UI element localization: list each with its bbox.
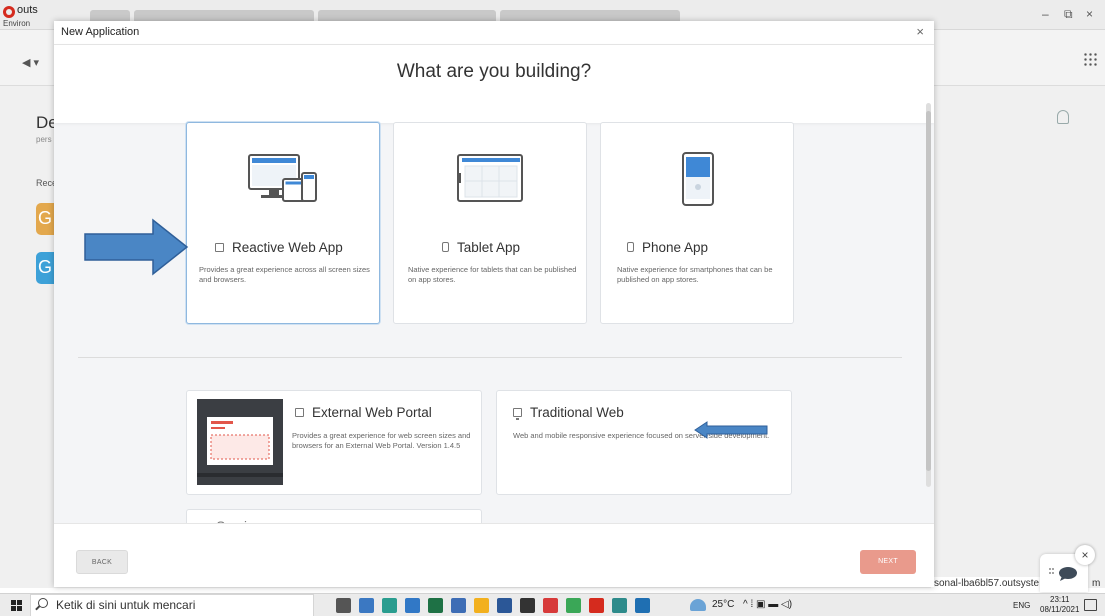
- apps-grid-icon[interactable]: [1083, 52, 1097, 66]
- clock-time: 23:11: [1050, 595, 1070, 604]
- dialog-close-icon[interactable]: ×: [916, 24, 924, 39]
- card-description: Provides a great experience for web scre…: [292, 431, 471, 450]
- monitor-icon: [513, 408, 522, 420]
- app-title: outs: [17, 4, 38, 16]
- responsive-icon: [295, 408, 304, 417]
- outsystems-icon[interactable]: [589, 598, 604, 613]
- excel-icon[interactable]: [428, 598, 443, 613]
- restore-button[interactable]: ⧉: [1064, 7, 1073, 22]
- search-icon: [38, 598, 48, 608]
- edge-dev-icon[interactable]: [612, 598, 627, 613]
- section-divider: [78, 357, 902, 358]
- card-title: Traditional Web: [513, 405, 624, 420]
- environment-subtitle: pers: [36, 135, 52, 144]
- card-description: Provides a great experience across all s…: [199, 265, 370, 284]
- dialog-footer: BACK NEXT: [54, 523, 934, 587]
- language-indicator[interactable]: ENG: [1013, 601, 1030, 610]
- clock-date: 08/11/2021: [1040, 605, 1080, 614]
- wps-icon[interactable]: [543, 598, 558, 613]
- edge-icon[interactable]: [382, 598, 397, 613]
- responsive-icon: [215, 243, 224, 252]
- weather-icon[interactable]: [690, 599, 706, 611]
- page-title: What are you building?: [396, 61, 592, 82]
- environment-url: sonal-lba6bl57.outsyste: [931, 577, 1041, 590]
- notification-center-icon[interactable]: [1084, 599, 1097, 611]
- app-b-icon[interactable]: [451, 598, 466, 613]
- mail-icon[interactable]: [405, 598, 420, 613]
- dialog-header: New Application ×: [54, 21, 934, 45]
- bell-icon[interactable]: [1057, 110, 1069, 124]
- dialog-title: New Application: [61, 26, 140, 38]
- tablet-app-card[interactable]: Tablet App Native experience for tablets…: [393, 122, 587, 324]
- phone-icon: [627, 242, 634, 252]
- taskbar-search-placeholder: Ketik di sini untuk mencari: [56, 598, 196, 612]
- phone-illustration: [682, 152, 714, 206]
- card-title: Phone App: [627, 240, 708, 255]
- system-tray-icons[interactable]: ^ ⁞ ▣ ▬ ◁): [743, 599, 792, 610]
- chrome-icon[interactable]: [566, 598, 581, 613]
- chat-close-icon[interactable]: ×: [1075, 545, 1095, 565]
- card-title: External Web Portal: [295, 405, 432, 420]
- outsystems-logo-icon: [3, 6, 15, 18]
- windows-taskbar: Ketik di sini untuk mencari 25°C ^ ⁞ ▣ ▬…: [0, 593, 1105, 616]
- windows-start-icon[interactable]: [11, 600, 22, 611]
- taskbar-clock[interactable]: 23:11 08/11/2021: [1040, 595, 1079, 615]
- card-description: Native experience for tablets that can b…: [408, 265, 577, 284]
- media-icon[interactable]: [635, 598, 650, 613]
- back-button[interactable]: BACK: [76, 550, 128, 574]
- card-description: Native experience for smartphones that c…: [617, 265, 773, 284]
- back-nav-icon[interactable]: ◀ ▾: [22, 56, 39, 69]
- recent-app-tile[interactable]: G: [36, 252, 54, 284]
- next-button[interactable]: NEXT: [860, 550, 916, 574]
- file-explorer-icon[interactable]: [359, 598, 374, 613]
- window-close-button[interactable]: ×: [1086, 7, 1093, 21]
- card-title: Reactive Web App: [215, 240, 343, 255]
- weather-temperature[interactable]: 25°C: [712, 599, 734, 610]
- portal-illustration: [197, 399, 283, 485]
- tablet-illustration: [457, 154, 523, 202]
- recent-app-tile[interactable]: G: [36, 203, 54, 235]
- tablet-icon: [442, 242, 449, 252]
- store-icon[interactable]: [497, 598, 512, 613]
- environment-label: Environ: [3, 19, 31, 28]
- external-web-portal-card[interactable]: External Web Portal Provides a great exp…: [186, 390, 482, 495]
- dialog-scrollbar-thumb[interactable]: [926, 111, 931, 471]
- folder-icon[interactable]: [474, 598, 489, 613]
- new-application-dialog: New Application × What are you building?…: [54, 21, 934, 587]
- annotation-arrow-left: [694, 421, 768, 439]
- question-bar: [54, 45, 934, 123]
- traditional-web-card[interactable]: Traditional Web Web and mobile responsiv…: [496, 390, 792, 495]
- chat-icon: [1049, 567, 1077, 581]
- reactive-web-app-card[interactable]: Reactive Web App Provides a great experi…: [186, 122, 380, 324]
- annotation-arrow-right: [84, 218, 189, 276]
- calculator-icon[interactable]: [520, 598, 535, 613]
- phone-app-card[interactable]: Phone App Native experience for smartpho…: [600, 122, 794, 324]
- minimize-button[interactable]: –: [1042, 7, 1049, 21]
- task-view-icon[interactable]: [336, 598, 351, 613]
- environment-url-suffix: m: [1092, 578, 1101, 589]
- card-title: Tablet App: [442, 240, 520, 255]
- reactive-devices-illustration: [248, 154, 317, 202]
